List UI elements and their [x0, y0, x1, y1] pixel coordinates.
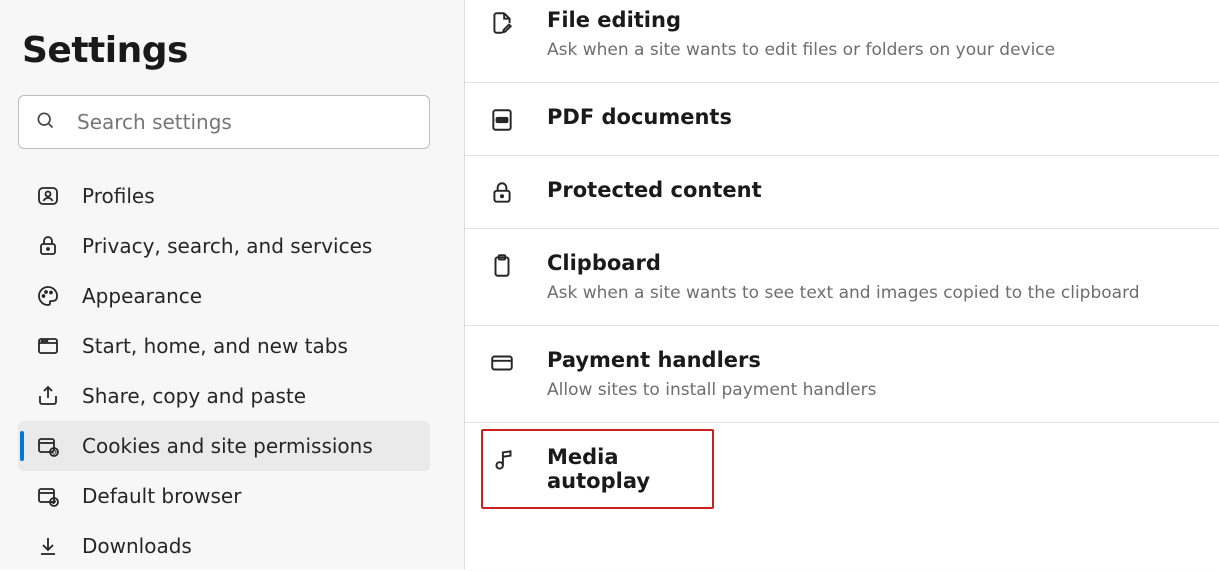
settings-nav: Profiles Privacy, search, and services A…: [18, 171, 430, 571]
sidebar-item-cookies[interactable]: Cookies and site permissions: [18, 421, 430, 471]
row-title: PDF documents: [547, 105, 732, 129]
sidebar-item-default-browser[interactable]: Default browser: [18, 471, 430, 521]
sidebar-item-label: Privacy, search, and services: [82, 234, 372, 258]
row-title: Protected content: [547, 178, 762, 202]
settings-sidebar: Settings Profiles Privacy, search, and s…: [0, 0, 465, 569]
lock-icon: [36, 234, 60, 258]
row-file-editing[interactable]: File editing Ask when a site wants to ed…: [465, 0, 1219, 83]
sidebar-item-label: Start, home, and new tabs: [82, 334, 348, 358]
music-note-icon: [491, 447, 517, 473]
sidebar-item-downloads[interactable]: Downloads: [18, 521, 430, 571]
row-title: Clipboard: [547, 251, 1140, 275]
protected-lock-icon: [489, 180, 515, 206]
palette-icon: [36, 284, 60, 308]
clipboard-icon: [489, 253, 515, 279]
sidebar-item-start[interactable]: Start, home, and new tabs: [18, 321, 430, 371]
search-input[interactable]: [77, 110, 413, 134]
sidebar-item-label: Profiles: [82, 184, 155, 208]
row-pdf-documents[interactable]: PDF PDF documents: [465, 83, 1219, 156]
share-icon: [36, 384, 60, 408]
row-title: Payment handlers: [547, 348, 876, 372]
sidebar-item-label: Cookies and site permissions: [82, 434, 373, 458]
profiles-icon: [36, 184, 60, 208]
sidebar-item-label: Share, copy and paste: [82, 384, 306, 408]
sidebar-item-privacy[interactable]: Privacy, search, and services: [18, 221, 430, 271]
cookies-gear-icon: [36, 434, 60, 458]
sidebar-divider: [464, 0, 465, 569]
row-subtitle: Ask when a site wants to see text and im…: [547, 283, 1140, 303]
sidebar-item-appearance[interactable]: Appearance: [18, 271, 430, 321]
row-subtitle: Allow sites to install payment handlers: [547, 380, 876, 400]
sidebar-item-label: Appearance: [82, 284, 202, 308]
file-edit-icon: [489, 10, 515, 36]
pdf-icon: PDF: [489, 107, 515, 133]
page-title: Settings: [22, 30, 438, 71]
payment-card-icon: [489, 350, 515, 376]
permissions-list: File editing Ask when a site wants to ed…: [465, 0, 1219, 569]
svg-text:PDF: PDF: [498, 118, 507, 124]
window-icon: [36, 334, 60, 358]
download-icon: [36, 534, 60, 558]
search-icon: [35, 110, 55, 134]
sidebar-item-label: Downloads: [82, 534, 192, 558]
row-clipboard[interactable]: Clipboard Ask when a site wants to see t…: [465, 229, 1219, 326]
row-media-autoplay[interactable]: Media autoplay: [481, 429, 714, 509]
sidebar-item-share[interactable]: Share, copy and paste: [18, 371, 430, 421]
row-title: Media autoplay: [547, 445, 682, 493]
row-subtitle: Ask when a site wants to edit files or f…: [547, 40, 1055, 60]
browser-check-icon: [36, 484, 60, 508]
row-title: File editing: [547, 8, 1055, 32]
row-protected-content[interactable]: Protected content: [465, 156, 1219, 229]
sidebar-item-profiles[interactable]: Profiles: [18, 171, 430, 221]
row-payment-handlers[interactable]: Payment handlers Allow sites to install …: [465, 326, 1219, 423]
search-settings-field[interactable]: [18, 95, 430, 149]
sidebar-item-label: Default browser: [82, 484, 241, 508]
